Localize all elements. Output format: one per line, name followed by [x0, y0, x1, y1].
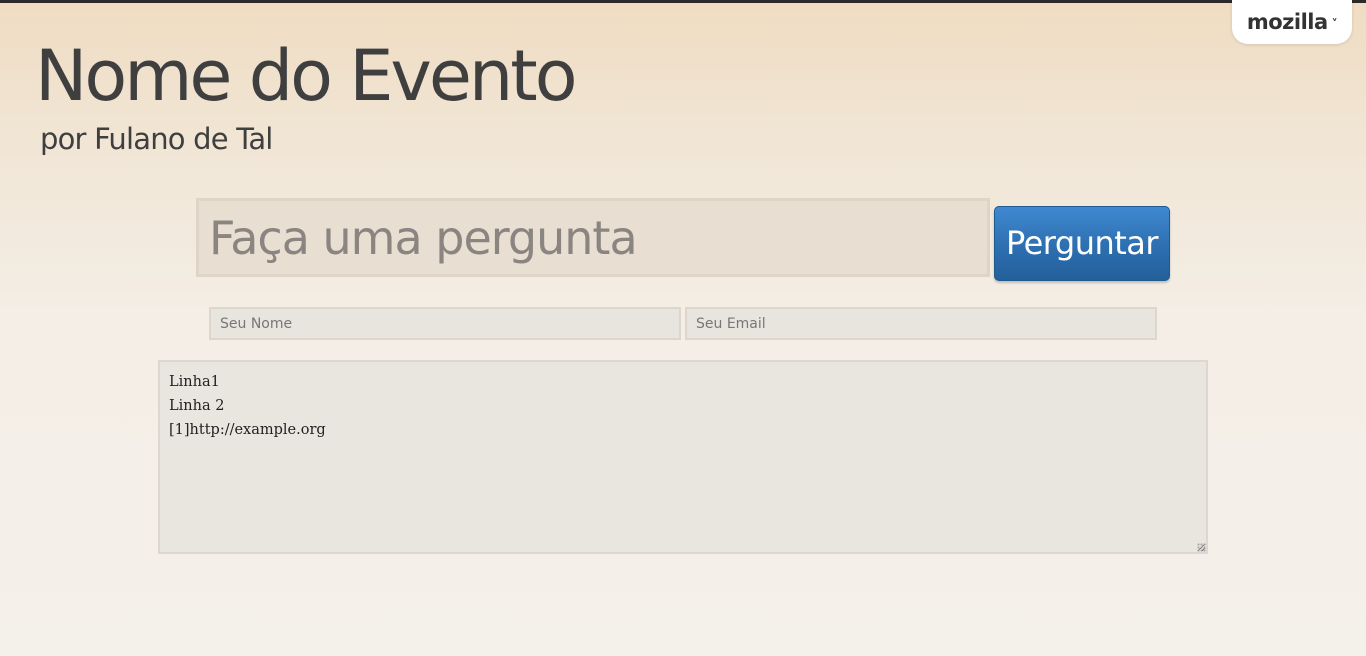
mozilla-tab[interactable]: mozilla ˅ — [1232, 0, 1352, 44]
chevron-down-icon: ˅ — [1331, 17, 1338, 31]
top-border-line — [0, 0, 1366, 3]
name-field[interactable] — [209, 307, 681, 340]
resize-grip-icon[interactable] — [1197, 543, 1206, 552]
question-input[interactable] — [196, 198, 990, 277]
event-title: Nome do Evento — [35, 35, 578, 117]
event-author: por Fulano de Tal — [40, 122, 273, 156]
email-field[interactable] — [685, 307, 1157, 340]
message-textarea[interactable] — [158, 360, 1208, 554]
ask-button[interactable]: Perguntar — [994, 206, 1170, 281]
mozilla-logo-text: mozilla — [1246, 10, 1328, 34]
